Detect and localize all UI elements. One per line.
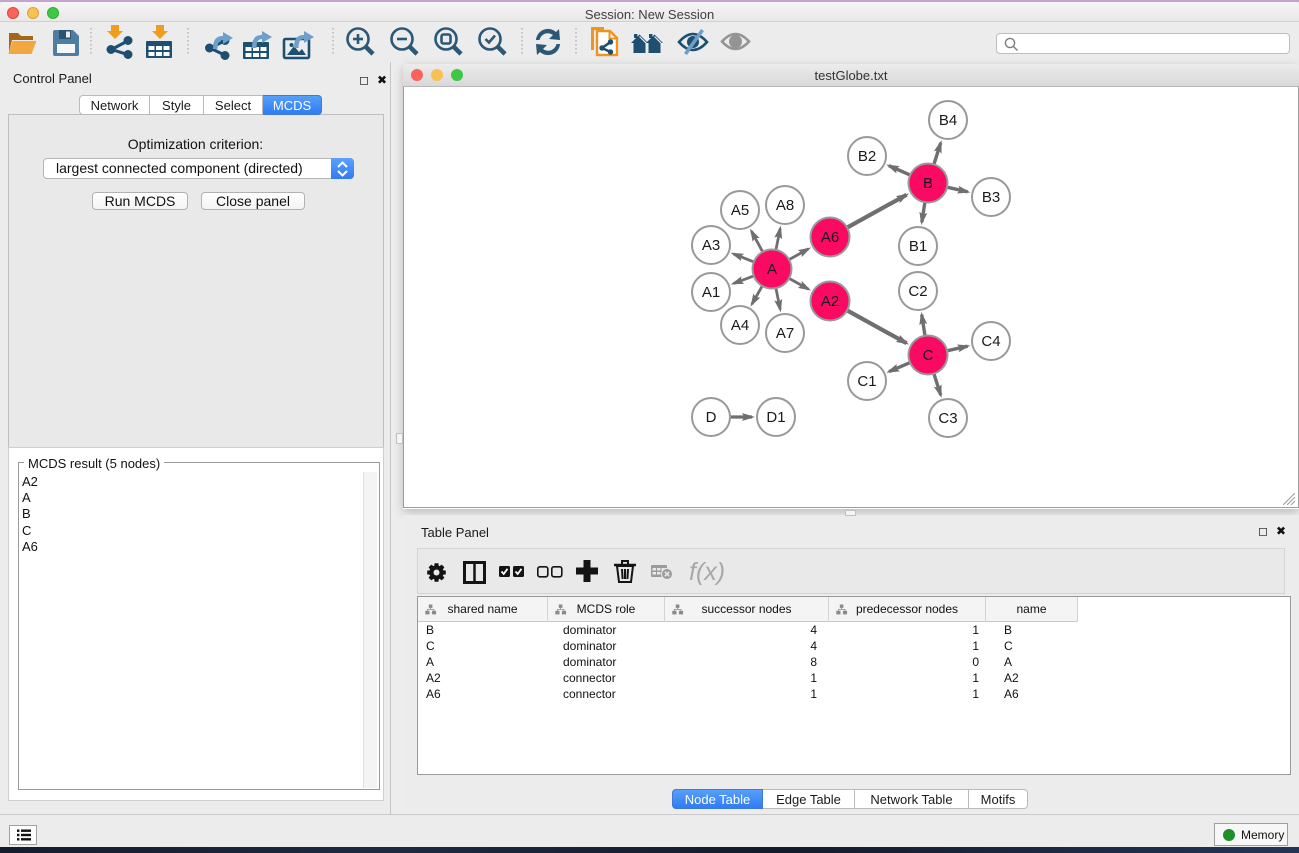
svg-text:B: B (923, 175, 933, 192)
svg-text:f(x): f(x) (689, 558, 725, 586)
svg-text:C4: C4 (981, 333, 1000, 350)
svg-text:A: A (767, 261, 777, 278)
svg-text:A1: A1 (702, 284, 720, 301)
svg-text:D: D (706, 409, 717, 426)
svg-text:C1: C1 (857, 373, 876, 390)
svg-text:B4: B4 (939, 112, 957, 129)
svg-text:A2: A2 (821, 293, 839, 310)
svg-text:B2: B2 (858, 148, 876, 165)
svg-text:A4: A4 (731, 317, 749, 334)
svg-text:D1: D1 (766, 409, 785, 426)
svg-text:C: C (923, 347, 934, 364)
svg-text:A7: A7 (776, 325, 794, 342)
svg-text:C2: C2 (908, 283, 927, 300)
svg-text:A5: A5 (731, 202, 749, 219)
svg-text:A6: A6 (821, 229, 839, 246)
svg-text:B3: B3 (982, 189, 1000, 206)
svg-text:A8: A8 (776, 197, 794, 214)
svg-text:A3: A3 (702, 237, 720, 254)
svg-text:B1: B1 (909, 238, 927, 255)
svg-text:C3: C3 (938, 410, 957, 427)
